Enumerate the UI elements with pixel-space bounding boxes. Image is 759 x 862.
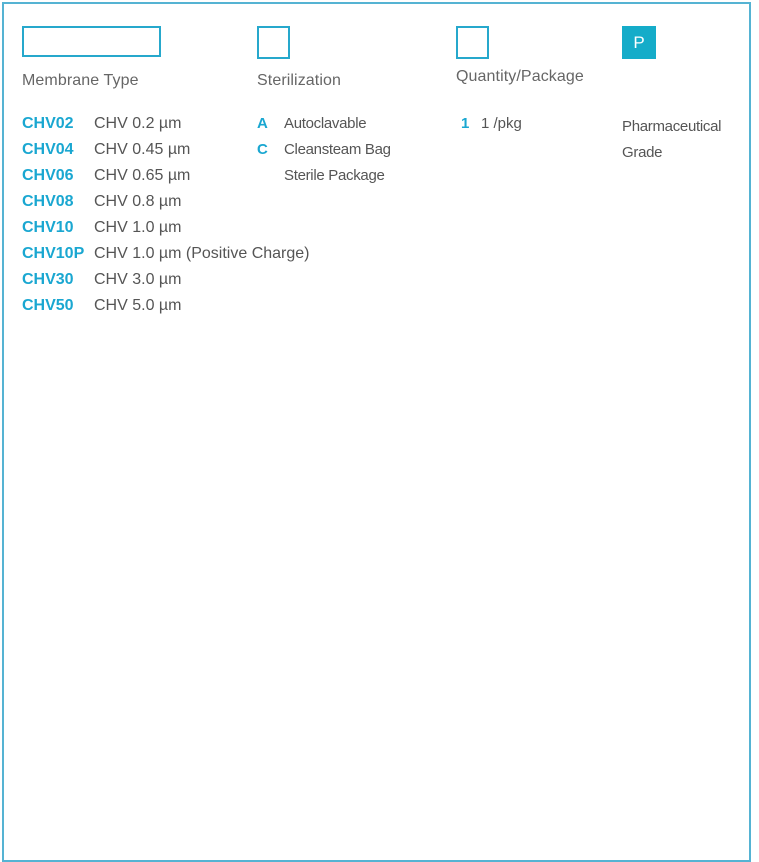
option-code: A [257, 115, 268, 132]
list-item: C Cleansteam Bag [257, 140, 391, 166]
option-description: CHV 0.45 µm [94, 141, 191, 158]
option-code: CHV02 [22, 115, 74, 132]
sterilization-heading: Sterilization [257, 72, 342, 89]
option-description: CHV 1.0 µm (Positive Charge) [94, 245, 310, 262]
grade-line-1: Pharmaceutical [622, 118, 722, 135]
option-code: 1 [461, 115, 470, 132]
list-item: CHV08 CHV 0.8 µm [22, 192, 310, 218]
option-description: CHV 0.2 µm [94, 115, 182, 132]
list-item: CHV10 CHV 1.0 µm [22, 218, 310, 244]
sterilization-list: A Autoclavable C Cleansteam Bag Sterile Pa… [257, 114, 391, 192]
quantity-list: 1 1 /pkg [461, 114, 522, 140]
option-description-continued: Sterile Package [284, 167, 385, 184]
list-item: 1 1 /pkg [461, 114, 522, 140]
option-code: CHV08 [22, 193, 74, 210]
option-code: CHV30 [22, 271, 74, 288]
option-description: CHV 3.0 µm [94, 271, 182, 288]
option-description: CHV 1.0 µm [94, 219, 182, 236]
membrane-type-code-box[interactable] [22, 26, 161, 57]
option-description: CHV 0.65 µm [94, 167, 191, 184]
option-code: C [257, 141, 268, 158]
option-code: CHV10 [22, 219, 74, 236]
grade-code-badge: P [622, 26, 656, 59]
option-description: Autoclavable [284, 115, 367, 132]
grade-description: Pharmaceutical Grade [622, 114, 721, 166]
quantity-code-box[interactable] [456, 26, 489, 59]
option-description: CHV 0.8 µm [94, 193, 182, 210]
option-code: CHV50 [22, 297, 74, 314]
membrane-type-heading: Membrane Type [22, 72, 139, 89]
sterilization-code-box[interactable] [257, 26, 290, 59]
grade-line-2: Grade [622, 144, 663, 161]
list-item: A Autoclavable [257, 114, 391, 140]
option-code: CHV06 [22, 167, 74, 184]
list-item: CHV30 CHV 3.0 µm [22, 270, 310, 296]
list-item: CHV10P CHV 1.0 µm (Positive Charge) [22, 244, 310, 270]
list-item: CHV50 CHV 5.0 µm [22, 296, 310, 322]
option-description: Cleansteam Bag [284, 141, 391, 158]
option-description: CHV 5.0 µm [94, 297, 182, 314]
option-code: CHV04 [22, 141, 74, 158]
list-item: Sterile Package [257, 166, 391, 192]
option-description: 1 /pkg [481, 115, 522, 132]
option-code: CHV10P [22, 245, 85, 262]
quantity-package-heading: Quantity/Package [456, 68, 584, 85]
